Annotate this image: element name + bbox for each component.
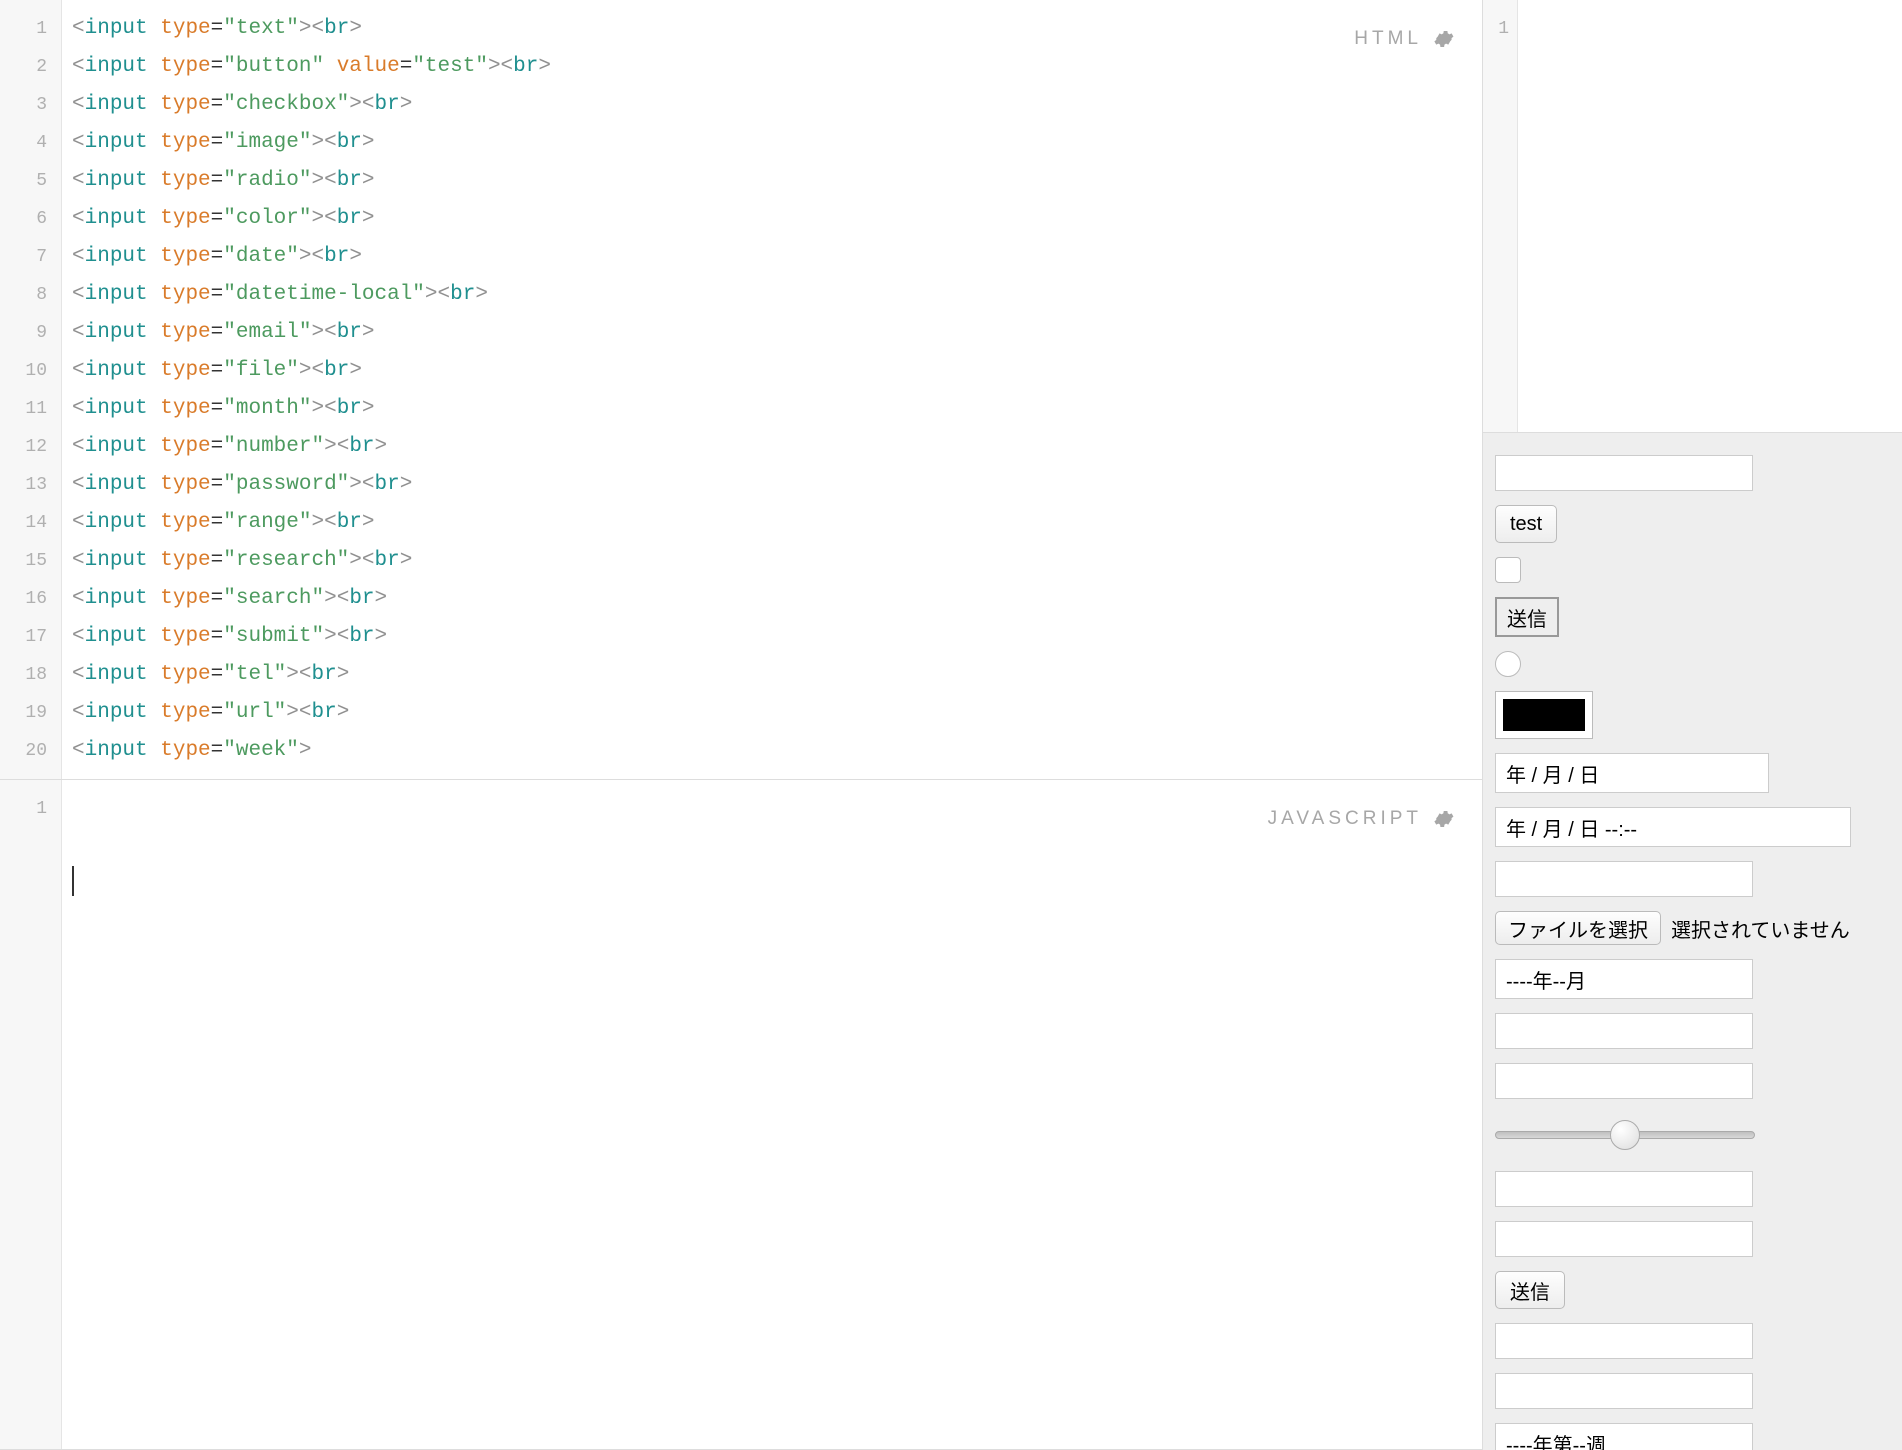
code-line[interactable]: <input type="url"><br> — [72, 694, 1482, 732]
file-choose-button[interactable]: ファイルを選択 — [1495, 911, 1661, 945]
text-cursor — [72, 866, 74, 896]
code-line[interactable]: <input type="password"><br> — [72, 466, 1482, 504]
js-pane-label: JAVASCRIPT — [1268, 808, 1454, 830]
preview-url-input[interactable] — [1495, 1373, 1753, 1409]
code-line[interactable]: <input type="text"><br> — [72, 10, 1482, 48]
html-pane-label-text: HTML — [1354, 28, 1422, 50]
month-placeholder: ----年--月 — [1506, 965, 1586, 994]
editor-column: 1234567891011121314151617181920 <input t… — [0, 0, 1483, 1450]
code-line[interactable]: <input type="radio"><br> — [72, 162, 1482, 200]
code-line[interactable]: <input type="datetime-local"><br> — [72, 276, 1482, 314]
preview-date-input[interactable]: 年 / 月 / 日 — [1495, 753, 1769, 793]
code-line[interactable]: <input type="email"><br> — [72, 314, 1482, 352]
preview-datetime-input[interactable]: 年 / 月 / 日 --:-- — [1495, 807, 1851, 847]
html-gutter: 1234567891011121314151617181920 — [0, 0, 62, 779]
code-line[interactable]: <input type="tel"><br> — [72, 656, 1482, 694]
preview-image-submit[interactable]: 送信 — [1495, 597, 1559, 637]
preview-email-input[interactable] — [1495, 861, 1753, 897]
code-line[interactable]: <input type="number"><br> — [72, 428, 1482, 466]
html-editor-pane[interactable]: 1234567891011121314151617181920 <input t… — [0, 0, 1482, 780]
file-status-label: 選択されていません — [1671, 914, 1850, 943]
right-column: 1 test 送信 年 / 月 / 日 年 / 月 / 日 --:-- ファイル… — [1483, 0, 1902, 1450]
preview-month-input[interactable]: ----年--月 — [1495, 959, 1753, 999]
right-top-code-area[interactable] — [1518, 0, 1902, 432]
preview-range-input[interactable] — [1495, 1113, 1755, 1157]
preview-password-input[interactable] — [1495, 1063, 1753, 1099]
preview-color-input[interactable] — [1495, 691, 1593, 739]
code-line[interactable]: <input type="range"><br> — [72, 504, 1482, 542]
datetime-placeholder: 年 / 月 / 日 --:-- — [1506, 813, 1637, 842]
preview-radio[interactable] — [1495, 651, 1521, 677]
code-line[interactable]: <input type="research"><br> — [72, 542, 1482, 580]
right-top-pane[interactable]: 1 — [1483, 0, 1902, 433]
color-swatch — [1503, 699, 1585, 731]
preview-file-input[interactable]: ファイルを選択 選択されていません — [1495, 911, 1890, 945]
date-placeholder: 年 / 月 / 日 — [1506, 759, 1599, 788]
week-placeholder: ----年第--週 — [1506, 1429, 1606, 1450]
code-line[interactable]: <input type="submit"><br> — [72, 618, 1482, 656]
js-pane-label-text: JAVASCRIPT — [1268, 808, 1422, 830]
js-editor-pane[interactable]: 1 JAVASCRIPT — [0, 780, 1482, 1450]
code-line[interactable]: <input type="checkbox"><br> — [72, 86, 1482, 124]
preview-week-input[interactable]: ----年第--週 — [1495, 1423, 1753, 1450]
preview-text-input[interactable] — [1495, 455, 1753, 491]
gear-icon[interactable] — [1432, 28, 1454, 50]
js-gutter: 1 — [0, 780, 62, 1449]
preview-submit-button[interactable]: 送信 — [1495, 1271, 1565, 1309]
preview-tel-input[interactable] — [1495, 1323, 1753, 1359]
code-line[interactable]: <input type="image"><br> — [72, 124, 1482, 162]
html-pane-label: HTML — [1354, 28, 1454, 50]
js-code-area[interactable] — [62, 780, 1482, 1449]
code-line[interactable]: <input type="week"> — [72, 732, 1482, 770]
preview-number-input[interactable] — [1495, 1013, 1753, 1049]
preview-checkbox[interactable] — [1495, 557, 1521, 583]
code-line[interactable]: <input type="button" value="test"><br> — [72, 48, 1482, 86]
code-line[interactable]: <input type="color"><br> — [72, 200, 1482, 238]
code-line[interactable]: <input type="month"><br> — [72, 390, 1482, 428]
code-line[interactable]: <input type="search"><br> — [72, 580, 1482, 618]
code-line[interactable]: <input type="file"><br> — [72, 352, 1482, 390]
html-code-area[interactable]: <input type="text"><br><input type="butt… — [62, 0, 1482, 779]
code-line[interactable]: <input type="date"><br> — [72, 238, 1482, 276]
right-top-gutter: 1 — [1483, 0, 1518, 432]
preview-search-input[interactable] — [1495, 1221, 1753, 1257]
preview-research-input[interactable] — [1495, 1171, 1753, 1207]
gear-icon[interactable] — [1432, 808, 1454, 830]
slider-thumb[interactable] — [1610, 1120, 1640, 1150]
preview-button[interactable]: test — [1495, 505, 1557, 543]
preview-pane: test 送信 年 / 月 / 日 年 / 月 / 日 --:-- ファイルを選… — [1483, 433, 1902, 1450]
